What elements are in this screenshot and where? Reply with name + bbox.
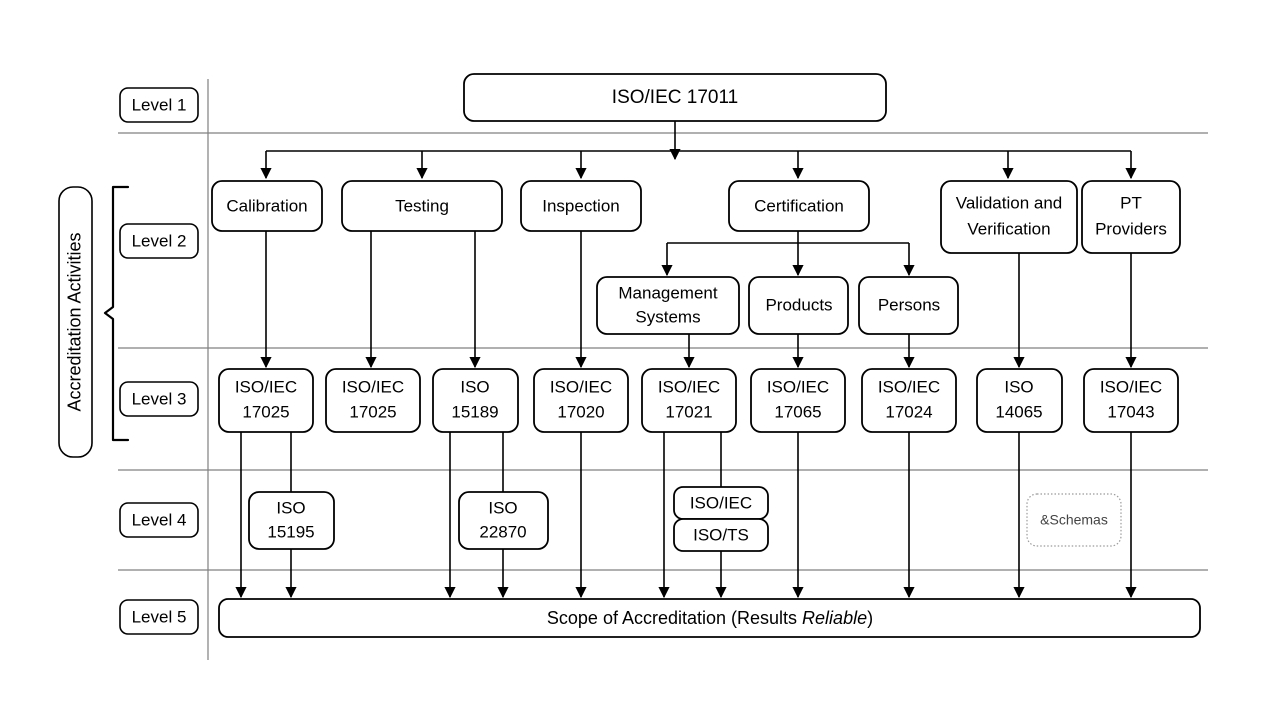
node-iso22870-line2: 22870 xyxy=(479,522,526,541)
node-iso17065[interactable]: ISO/IEC 17065 xyxy=(750,368,846,433)
node-calibration-line1: Calibration xyxy=(226,196,307,215)
node-management-systems-line2: Systems xyxy=(635,307,700,326)
node-iso17025-cal[interactable]: ISO/IEC 17025 xyxy=(218,368,314,433)
node-isoiec-stack-top-line1: ISO/IEC xyxy=(690,493,752,512)
node-iso17011[interactable]: ISO/IEC 17011 xyxy=(463,73,887,122)
node-iso17065-line1: ISO/IEC xyxy=(767,377,829,396)
node-iso17065-line2: 17065 xyxy=(774,402,821,421)
node-iso17025-cal-line2: 17025 xyxy=(242,402,289,421)
accreditation-flowchart: Accreditation Activities Level 1 Level 2… xyxy=(58,73,1208,660)
node-iso17025-test-line2: 17025 xyxy=(349,402,396,421)
scope-text-italic: Reliable xyxy=(802,608,867,628)
level-5-text: Level 5 xyxy=(132,607,187,626)
node-iso14065[interactable]: ISO 14065 xyxy=(976,368,1063,433)
scope-text-before: Scope of Accreditation (Results xyxy=(547,608,802,628)
node-isots-stack-bottom[interactable]: ISO/TS xyxy=(673,518,769,552)
node-pt-providers[interactable]: PT Providers xyxy=(1081,180,1181,254)
node-iso17020-line1: ISO/IEC xyxy=(550,377,612,396)
node-persons[interactable]: Persons xyxy=(858,276,959,335)
node-validation-verification-line2: Verification xyxy=(967,219,1050,238)
level-label-2: Level 2 xyxy=(119,223,199,259)
node-iso17043-line2: 17043 xyxy=(1107,402,1154,421)
node-schemas[interactable]: &Schemas xyxy=(1026,493,1122,547)
level-label-1: Level 1 xyxy=(119,87,199,123)
level-1-text: Level 1 xyxy=(132,95,187,114)
node-isoiec-stack-top[interactable]: ISO/IEC xyxy=(673,486,769,520)
node-management-systems[interactable]: Management Systems xyxy=(596,276,740,335)
accreditation-activities-label: Accreditation Activities xyxy=(58,186,93,458)
node-iso17021-line2: 17021 xyxy=(665,402,712,421)
node-iso17043[interactable]: ISO/IEC 17043 xyxy=(1083,368,1179,433)
node-products-line1: Products xyxy=(765,295,832,314)
node-pt-providers-line2: Providers xyxy=(1095,219,1167,238)
level-label-5: Level 5 xyxy=(119,599,199,635)
node-iso15189-line2: 15189 xyxy=(451,402,498,421)
node-iso15195-line2: 15195 xyxy=(267,522,314,541)
node-iso14065-line1: ISO xyxy=(1004,377,1033,396)
node-iso22870-line1: ISO xyxy=(488,498,517,517)
node-iso15189[interactable]: ISO 15189 xyxy=(432,368,519,433)
diagram-canvas: Accreditation Activities Level 1 Level 2… xyxy=(0,0,1280,720)
accreditation-activities-text: Accreditation Activities xyxy=(64,232,84,411)
node-certification[interactable]: Certification xyxy=(728,180,870,232)
node-persons-line1: Persons xyxy=(878,295,940,314)
node-iso17024-line1: ISO/IEC xyxy=(878,377,940,396)
node-iso17021-line1: ISO/IEC xyxy=(658,377,720,396)
node-iso14065-line2: 14065 xyxy=(995,402,1042,421)
scope-text-after: ) xyxy=(867,608,873,628)
level-label-4: Level 4 xyxy=(119,502,199,538)
node-iso15189-line1: ISO xyxy=(460,377,489,396)
node-iso17043-line1: ISO/IEC xyxy=(1100,377,1162,396)
level-3-text: Level 3 xyxy=(132,389,187,408)
node-iso17025-test[interactable]: ISO/IEC 17025 xyxy=(325,368,421,433)
level-2-text: Level 2 xyxy=(132,231,187,250)
level-4-text: Level 4 xyxy=(132,510,187,529)
node-iso15195-line1: ISO xyxy=(276,498,305,517)
node-iso17025-test-line1: ISO/IEC xyxy=(342,377,404,396)
node-validation-verification-line1: Validation and xyxy=(956,193,1063,212)
node-iso17024-line2: 17024 xyxy=(885,402,932,421)
node-schemas-line1: &Schemas xyxy=(1040,512,1108,528)
node-inspection[interactable]: Inspection xyxy=(520,180,642,232)
node-testing-line1: Testing xyxy=(395,196,449,215)
node-iso17024[interactable]: ISO/IEC 17024 xyxy=(861,368,957,433)
node-certification-line1: Certification xyxy=(754,196,844,215)
node-calibration[interactable]: Calibration xyxy=(211,180,323,232)
node-scope-of-accreditation-text: Scope of Accreditation (Results Reliable… xyxy=(547,608,873,628)
node-iso17021[interactable]: ISO/IEC 17021 xyxy=(641,368,737,433)
node-iso15195[interactable]: ISO 15195 xyxy=(248,491,335,550)
level-label-3: Level 3 xyxy=(119,381,199,417)
node-isots-stack-bottom-line1: ISO/TS xyxy=(693,525,749,544)
node-scope-of-accreditation[interactable]: Scope of Accreditation (Results Reliable… xyxy=(218,598,1201,638)
node-management-systems-line1: Management xyxy=(618,283,718,302)
node-pt-providers-line1: PT xyxy=(1120,193,1142,212)
node-iso17020-line2: 17020 xyxy=(557,402,604,421)
node-iso17020[interactable]: ISO/IEC 17020 xyxy=(533,368,629,433)
node-iso17025-cal-line1: ISO/IEC xyxy=(235,377,297,396)
node-inspection-line1: Inspection xyxy=(542,196,620,215)
node-testing[interactable]: Testing xyxy=(341,180,503,232)
node-iso17011-line1: ISO/IEC 17011 xyxy=(612,87,738,108)
node-validation-verification[interactable]: Validation and Verification xyxy=(940,180,1078,254)
node-products[interactable]: Products xyxy=(748,276,849,335)
node-iso22870[interactable]: ISO 22870 xyxy=(458,491,549,550)
